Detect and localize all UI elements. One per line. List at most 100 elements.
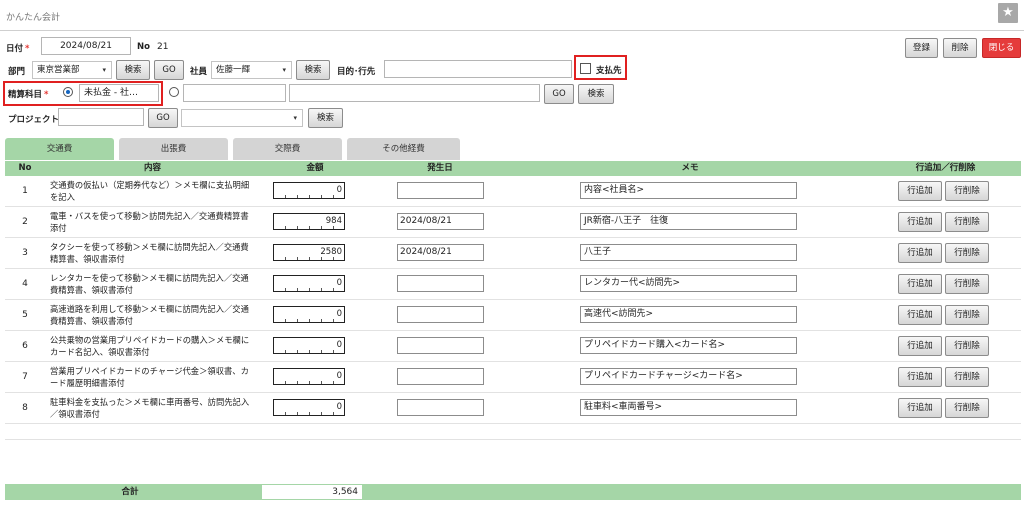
memo-input[interactable]: 八王子 (580, 244, 797, 261)
add-row-button[interactable]: 行追加 (898, 305, 942, 325)
amount-input[interactable]: 0 (273, 368, 345, 385)
no-value: 21 (157, 42, 169, 52)
date-input[interactable] (397, 306, 484, 323)
account-go-button[interactable]: GO (544, 84, 574, 104)
add-row-button[interactable]: 行追加 (898, 243, 942, 263)
amount-input[interactable]: 0 (273, 275, 345, 292)
account-search-button[interactable]: 検索 (578, 84, 614, 104)
date-input[interactable] (397, 182, 484, 199)
account-name-input[interactable] (289, 84, 540, 102)
amount-input[interactable]: 0 (273, 182, 345, 199)
project-go-button[interactable]: GO (148, 108, 178, 128)
date-input[interactable] (397, 275, 484, 292)
table-row: 3 タクシーを使って移動＞メモ欄に訪問先記入／交通費精算書、領収書添付 2580… (5, 238, 1021, 269)
tab-other-expenses[interactable]: その他経費 (347, 138, 460, 160)
total-label: 合計 (121, 487, 139, 497)
employee-label: 社員 (190, 67, 208, 77)
table-row: 2 電車・バスを使って移動＞訪問先記入／交通費精算書添付 984 2024/08… (5, 207, 1021, 238)
account-radio-selected[interactable] (63, 87, 73, 97)
chevron-down-icon: ▾ (282, 66, 286, 74)
star-icon[interactable]: ★ (998, 3, 1018, 23)
date-input[interactable]: 2024/08/21 (397, 213, 484, 230)
chevron-down-icon: ▾ (102, 66, 106, 74)
amount-input[interactable]: 984 (273, 213, 345, 230)
dept-go-button[interactable]: GO (154, 60, 184, 80)
date-input[interactable] (397, 368, 484, 385)
col-amount: 金額 (306, 163, 324, 173)
account-label: 精算科目 * (8, 90, 49, 100)
employee-search-button[interactable]: 検索 (296, 60, 330, 80)
date-input[interactable] (397, 337, 484, 354)
close-button[interactable]: 閉じる (982, 38, 1021, 58)
row-desc: 電車・バスを使って移動＞訪問先記入／交通費精算書添付 (50, 211, 249, 233)
memo-input[interactable]: 内容<社員名> (580, 182, 797, 199)
row-desc: タクシーを使って移動＞メモ欄に訪問先記入／交通費精算書、領収書添付 (50, 242, 249, 264)
delete-row-button[interactable]: 行削除 (945, 398, 989, 418)
add-row-button[interactable]: 行追加 (898, 367, 942, 387)
add-row-button[interactable]: 行追加 (898, 181, 942, 201)
row-desc: 駐車料金を支払った＞メモ欄に車両番号、訪問先記入／領収書添付 (50, 397, 250, 419)
amount-input[interactable]: 0 (273, 399, 345, 416)
project-code-input[interactable] (58, 108, 144, 126)
date-input[interactable] (397, 399, 484, 416)
app-title: かんたん会計 (6, 13, 61, 23)
col-action: 行追加／行削除 (915, 163, 976, 173)
amount-input[interactable]: 0 (273, 306, 345, 323)
dept-select[interactable]: 東京営業部 ▾ (32, 61, 112, 79)
employee-select[interactable]: 佐藤一輝 ▾ (211, 61, 292, 79)
memo-input[interactable]: レンタカー代<訪問先> (580, 275, 797, 292)
tab-business-trip[interactable]: 出張費 (119, 138, 228, 160)
col-memo: メモ (681, 163, 699, 173)
memo-input[interactable]: JR新宿-八王子 往復 (580, 213, 797, 230)
delete-row-button[interactable]: 行削除 (945, 181, 989, 201)
project-search-button[interactable]: 検索 (308, 108, 343, 128)
date-input[interactable]: 2024/08/21 (41, 37, 131, 55)
add-row-button[interactable]: 行追加 (898, 398, 942, 418)
purpose-label: 目的･行先 (337, 67, 376, 77)
project-select[interactable]: ▾ (181, 109, 303, 127)
memo-input[interactable]: 駐車料<車両番号> (580, 399, 797, 416)
delete-row-button[interactable]: 行削除 (945, 367, 989, 387)
table-row: 4 レンタカーを使って移動＞メモ欄に訪問先記入／交通費精算書、領収書添付 0 レ… (5, 269, 1021, 300)
delete-row-button[interactable]: 行削除 (945, 243, 989, 263)
col-no: No (18, 163, 32, 173)
delete-row-button[interactable]: 行削除 (945, 212, 989, 232)
row-no: 3 (22, 248, 28, 258)
memo-input[interactable]: 高速代<訪問先> (580, 306, 797, 323)
col-desc: 内容 (143, 163, 161, 173)
table-row: 8 駐車料金を支払った＞メモ欄に車両番号、訪問先記入／領収書添付 0 駐車料<車… (5, 393, 1021, 424)
dept-label: 部門 (8, 67, 26, 77)
project-label: プロジェクト (8, 115, 60, 125)
add-row-button[interactable]: 行追加 (898, 274, 942, 294)
row-desc: 公共乗物の営業用プリペイドカードの購入＞メモ欄にカード名記入、領収書添付 (50, 335, 250, 357)
purpose-input[interactable] (384, 60, 572, 78)
tab-transport[interactable]: 交通費 (5, 138, 114, 160)
delete-row-button[interactable]: 行削除 (945, 305, 989, 325)
row-no: 5 (22, 310, 28, 320)
delete-button[interactable]: 削除 (943, 38, 977, 58)
table-row: 5 高速道路を利用して移動＞メモ欄に訪問先記入／交通費精算書、領収書添付 0 高… (5, 300, 1021, 331)
total-bar: 合計 3,564 (5, 484, 1021, 500)
row-desc: 交通費の仮払い（定期券代など）＞メモ欄に支払明細を記入 (50, 180, 250, 202)
delete-row-button[interactable]: 行削除 (945, 336, 989, 356)
date-input[interactable]: 2024/08/21 (397, 244, 484, 261)
tab-entertainment[interactable]: 交際費 (233, 138, 342, 160)
table-row: 6 公共乗物の営業用プリペイドカードの購入＞メモ欄にカード名記入、領収書添付 0… (5, 331, 1021, 362)
amount-input[interactable]: 2580 (273, 244, 345, 261)
payee-label: 支払先 (596, 66, 622, 76)
amount-input[interactable]: 0 (273, 337, 345, 354)
add-row-button[interactable]: 行追加 (898, 336, 942, 356)
account-input[interactable]: 未払金 - 社… (79, 84, 159, 102)
row-no: 6 (22, 341, 28, 351)
dept-search-button[interactable]: 検索 (116, 60, 150, 80)
account-radio-other[interactable] (169, 87, 179, 97)
memo-input[interactable]: プリペイドカード購入<カード名> (580, 337, 797, 354)
add-row-button[interactable]: 行追加 (898, 212, 942, 232)
delete-row-button[interactable]: 行削除 (945, 274, 989, 294)
memo-input[interactable]: プリペイドカードチャージ<カード名> (580, 368, 797, 385)
payee-checkbox[interactable] (580, 63, 591, 74)
register-button[interactable]: 登録 (905, 38, 938, 58)
account-code-input[interactable] (183, 84, 286, 102)
table-row: 1 交通費の仮払い（定期券代など）＞メモ欄に支払明細を記入 0 内容<社員名> … (5, 176, 1021, 207)
row-no: 2 (22, 217, 28, 227)
